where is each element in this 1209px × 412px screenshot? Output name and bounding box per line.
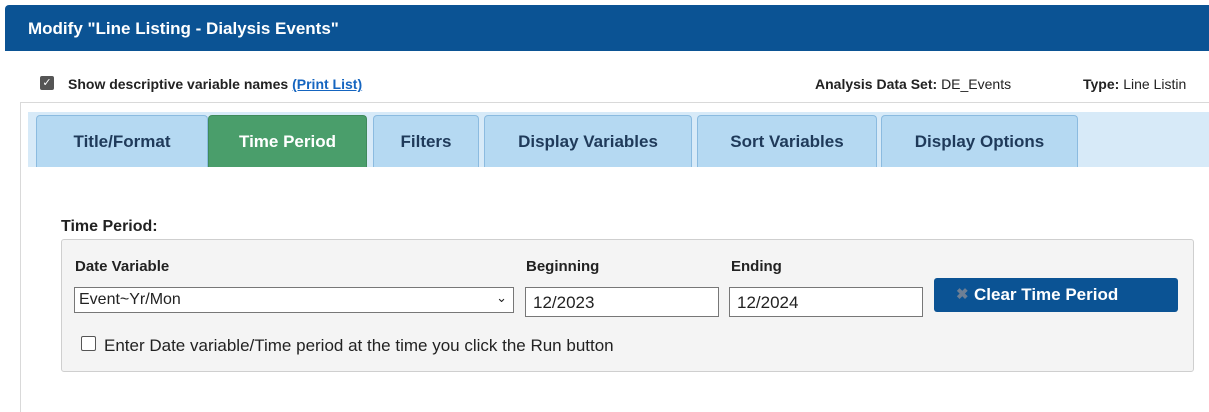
divider bbox=[20, 102, 1209, 103]
content-border bbox=[20, 102, 21, 412]
clear-time-period-label: Clear Time Period bbox=[974, 285, 1119, 304]
tab-title-format[interactable]: Title/Format bbox=[36, 115, 208, 167]
tab-display-options[interactable]: Display Options bbox=[881, 115, 1078, 167]
ending-label: Ending bbox=[731, 258, 782, 275]
tab-display-variables[interactable]: Display Variables bbox=[484, 115, 692, 167]
clear-icon: ✖ bbox=[956, 286, 969, 303]
chevron-down-icon: ⌄ bbox=[496, 290, 507, 305]
page-title: Modify "Line Listing - Dialysis Events" bbox=[28, 19, 339, 38]
beginning-label: Beginning bbox=[526, 258, 600, 275]
prompt-checkbox[interactable] bbox=[81, 336, 96, 351]
title-bar: Modify "Line Listing - Dialysis Events" bbox=[5, 5, 1209, 51]
ending-input[interactable]: 12/2024 bbox=[729, 287, 923, 317]
analysis-data-set: Analysis Data Set: DE_Events bbox=[815, 76, 1011, 92]
tab-time-period[interactable]: Time Period bbox=[208, 115, 367, 167]
prompt-checkbox-label: Enter Date variable/Time period at the t… bbox=[104, 336, 614, 355]
tab-sort-variables[interactable]: Sort Variables bbox=[697, 115, 877, 167]
analysis-data-set-label: Analysis Data Set: bbox=[815, 76, 938, 92]
analysis-data-set-value: DE_Events bbox=[941, 76, 1012, 92]
type-value: Line Listin bbox=[1123, 76, 1187, 92]
descriptive-names-text: Show descriptive variable names bbox=[68, 76, 289, 92]
descriptive-names-checkbox[interactable]: ✓ bbox=[40, 76, 54, 90]
date-variable-select[interactable]: Event~Yr/Mon ⌄ bbox=[74, 287, 514, 313]
options-row: ✓ Show descriptive variable names (Print… bbox=[40, 76, 1209, 96]
type-label: Type: bbox=[1083, 76, 1120, 92]
time-period-heading: Time Period: bbox=[61, 218, 158, 235]
date-variable-value: Event~Yr/Mon bbox=[79, 291, 181, 308]
tab-bar: Title/Format Time Period Filters Display… bbox=[28, 112, 1209, 167]
beginning-input[interactable]: 12/2023 bbox=[525, 287, 719, 317]
clear-time-period-button[interactable]: ✖ Clear Time Period bbox=[934, 278, 1178, 312]
date-variable-label: Date Variable bbox=[75, 258, 170, 275]
type-info: Type: Line Listin bbox=[1083, 76, 1186, 92]
print-list-link[interactable]: (Print List) bbox=[292, 76, 362, 92]
descriptive-names-label: Show descriptive variable names (Print L… bbox=[68, 76, 362, 92]
tab-filters[interactable]: Filters bbox=[373, 115, 479, 167]
